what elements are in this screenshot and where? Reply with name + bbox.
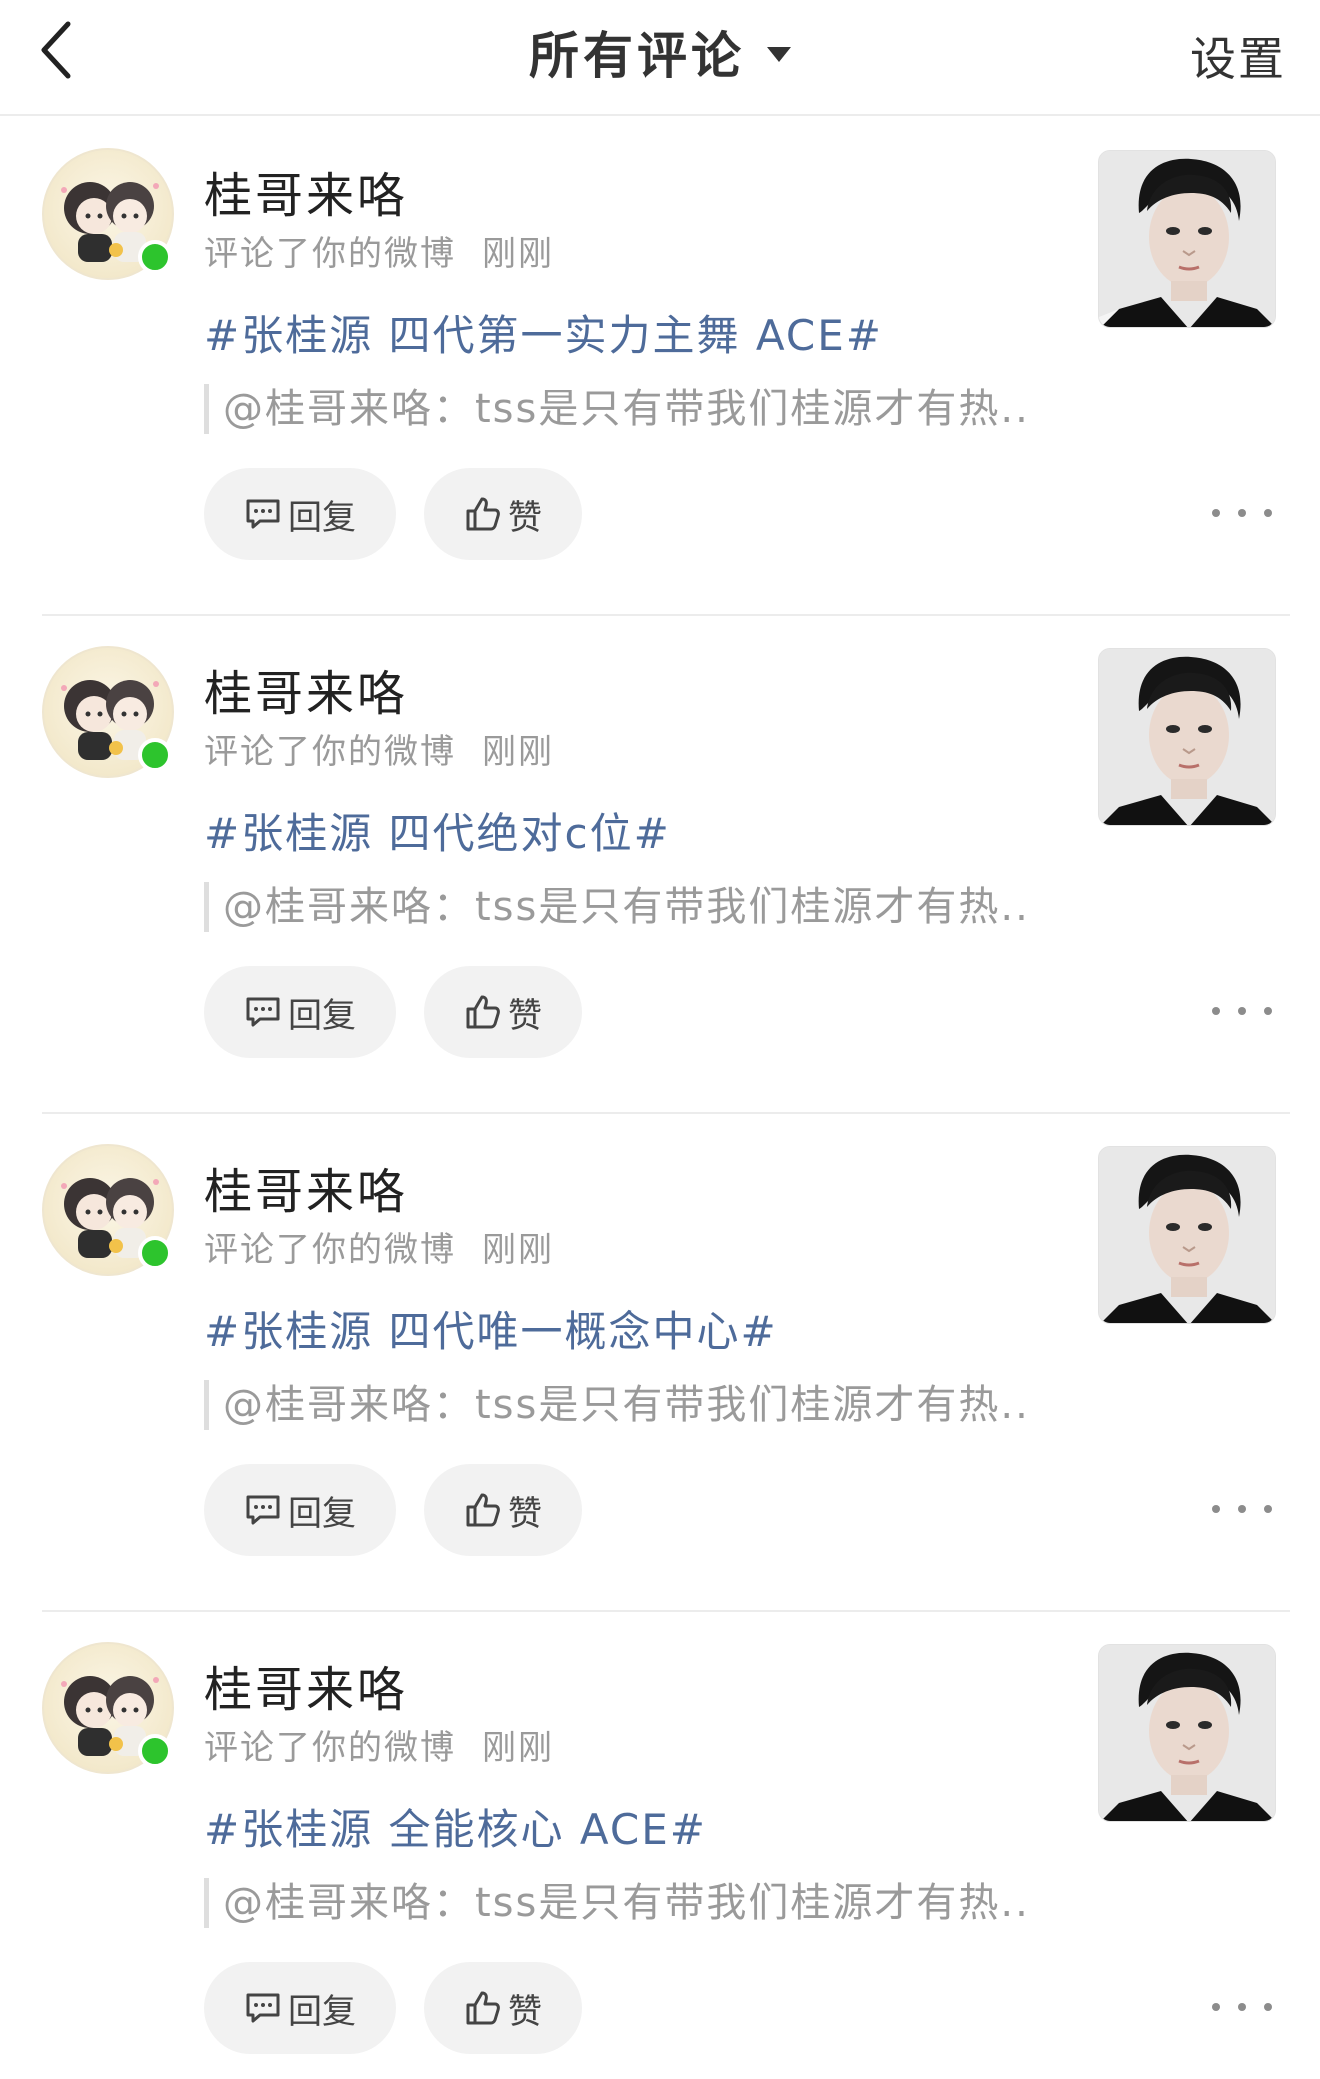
timestamp: 刚刚: [482, 1728, 554, 1768]
quoted-post[interactable]: @桂哥来咯：tss是只有带我们桂源才有热...: [204, 882, 1034, 932]
like-label: 赞: [508, 1493, 542, 1534]
reply-label: 回复: [288, 1991, 356, 2032]
more-horizontal-icon: [1212, 1007, 1220, 1015]
notifications-page: 所有评论 设置 桂哥来咯 评论了你的微博 刚刚 #张桂源 四代第一实力主舞 AC…: [0, 0, 1320, 2079]
like-button[interactable]: 赞: [424, 1464, 582, 1556]
comment-meta: 评论了你的微博 刚刚: [204, 1222, 554, 1271]
reply-button[interactable]: 回复: [204, 1962, 396, 2054]
caret-down-icon: [767, 46, 791, 62]
comment-filter-dropdown[interactable]: 所有评论: [529, 16, 791, 88]
comment-meta: 评论了你的微博 刚刚: [204, 724, 554, 773]
more-horizontal-icon: [1212, 2003, 1220, 2011]
comment-item: 桂哥来咯 评论了你的微博 刚刚 #张桂源 全能核心 ACE# @桂哥来咯：tss是…: [0, 1612, 1320, 2079]
quoted-post[interactable]: @桂哥来咯：tss是只有带我们桂源才有热...: [204, 384, 1034, 434]
avatar[interactable]: [42, 1144, 174, 1276]
comment-meta: 评论了你的微博 刚刚: [204, 1720, 554, 1769]
timestamp: 刚刚: [482, 732, 554, 772]
like-button[interactable]: 赞: [424, 468, 582, 560]
topic-link[interactable]: #张桂源 四代绝对c位#: [204, 800, 671, 861]
like-button[interactable]: 赞: [424, 1962, 582, 2054]
online-status-dot: [138, 240, 172, 274]
page-title: 所有评论: [529, 27, 745, 85]
avatar[interactable]: [42, 148, 174, 280]
comment-item: 桂哥来咯 评论了你的微博 刚刚 #张桂源 四代唯一概念中心# @桂哥来咯：tss是…: [0, 1114, 1320, 1612]
post-thumbnail[interactable]: [1098, 648, 1276, 826]
reply-button[interactable]: 回复: [204, 1464, 396, 1556]
reply-button[interactable]: 回复: [204, 966, 396, 1058]
timestamp: 刚刚: [482, 1230, 554, 1270]
avatar[interactable]: [42, 1642, 174, 1774]
thumbs-up-icon: [464, 1989, 502, 2027]
reply-label: 回复: [288, 1493, 356, 1534]
action-text: 评论了你的微博: [204, 234, 456, 274]
online-status-dot: [138, 1236, 172, 1270]
thumbs-up-icon: [464, 1491, 502, 1529]
reply-label: 回复: [288, 497, 356, 538]
like-label: 赞: [508, 1991, 542, 2032]
action-text: 评论了你的微博: [204, 1728, 456, 1768]
comment-icon: [244, 1493, 282, 1527]
post-thumbnail[interactable]: [1098, 1146, 1276, 1324]
more-options-button[interactable]: [1212, 488, 1272, 538]
more-options-button[interactable]: [1212, 1982, 1272, 2032]
action-text: 评论了你的微博: [204, 1230, 456, 1270]
like-label: 赞: [508, 995, 542, 1036]
comment-icon: [244, 497, 282, 531]
top-bar: 所有评论 设置: [0, 0, 1320, 116]
more-horizontal-icon: [1212, 1505, 1220, 1513]
comment-list: 桂哥来咯 评论了你的微博 刚刚 #张桂源 四代第一实力主舞 ACE# @桂哥来咯：…: [0, 118, 1320, 2079]
user-name[interactable]: 桂哥来咯: [204, 1152, 408, 1222]
topic-link[interactable]: #张桂源 四代第一实力主舞 ACE#: [204, 302, 883, 363]
online-status-dot: [138, 738, 172, 772]
user-name[interactable]: 桂哥来咯: [204, 1650, 408, 1720]
quoted-post[interactable]: @桂哥来咯：tss是只有带我们桂源才有热...: [204, 1878, 1034, 1928]
more-options-button[interactable]: [1212, 986, 1272, 1036]
more-options-button[interactable]: [1212, 1484, 1272, 1534]
user-name[interactable]: 桂哥来咯: [204, 156, 408, 226]
reply-label: 回复: [288, 995, 356, 1036]
quoted-post[interactable]: @桂哥来咯：tss是只有带我们桂源才有热...: [204, 1380, 1034, 1430]
avatar[interactable]: [42, 646, 174, 778]
post-thumbnail[interactable]: [1098, 150, 1276, 328]
comment-icon: [244, 995, 282, 1029]
like-label: 赞: [508, 497, 542, 538]
topic-link[interactable]: #张桂源 四代唯一概念中心#: [204, 1298, 778, 1359]
action-text: 评论了你的微博: [204, 732, 456, 772]
topic-link[interactable]: #张桂源 全能核心 ACE#: [204, 1796, 707, 1857]
user-name[interactable]: 桂哥来咯: [204, 654, 408, 724]
thumbs-up-icon: [464, 495, 502, 533]
chevron-left-icon: [34, 18, 78, 86]
timestamp: 刚刚: [482, 234, 554, 274]
thumbs-up-icon: [464, 993, 502, 1031]
comment-icon: [244, 1991, 282, 2025]
comment-item: 桂哥来咯 评论了你的微博 刚刚 #张桂源 四代绝对c位# @桂哥来咯：tss是只有…: [0, 616, 1320, 1114]
like-button[interactable]: 赞: [424, 966, 582, 1058]
settings-link[interactable]: 设置: [1190, 20, 1286, 92]
back-button[interactable]: [24, 12, 88, 92]
comment-item: 桂哥来咯 评论了你的微博 刚刚 #张桂源 四代第一实力主舞 ACE# @桂哥来咯：…: [0, 118, 1320, 616]
more-horizontal-icon: [1212, 509, 1220, 517]
post-thumbnail[interactable]: [1098, 1644, 1276, 1822]
comment-meta: 评论了你的微博 刚刚: [204, 226, 554, 275]
online-status-dot: [138, 1734, 172, 1768]
reply-button[interactable]: 回复: [204, 468, 396, 560]
